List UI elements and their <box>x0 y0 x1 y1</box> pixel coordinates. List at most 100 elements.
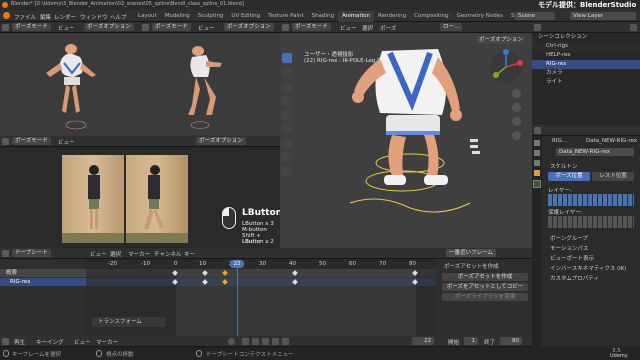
app-menu-icon[interactable] <box>3 12 10 19</box>
transform-tool-icon[interactable] <box>282 122 292 132</box>
rest-position-button[interactable]: レスト位置 <box>592 172 634 181</box>
create-pose-asset-button[interactable]: ポーズアセットを作成 <box>442 273 528 281</box>
timeline-marker-menu[interactable]: マーカー <box>96 338 118 346</box>
dopesheet-mode-selector[interactable]: ドープシート <box>12 249 51 257</box>
outliner-item[interactable]: カメラ <box>532 69 640 78</box>
editor-type-icon[interactable] <box>2 250 9 257</box>
dopesheet-channel-menu[interactable]: チャンネル <box>154 250 181 258</box>
mode-selector[interactable]: ポーズモード <box>292 23 331 31</box>
snap-mode-selector[interactable]: 一番近いフレーム <box>446 249 496 257</box>
object-tab-icon[interactable] <box>534 170 540 176</box>
tab-shading[interactable]: Shading <box>308 11 338 22</box>
channel-rig-rex[interactable]: RIG-rex <box>0 278 86 286</box>
motion-paths-panel[interactable]: モーションパス <box>550 244 588 252</box>
tab-rendering[interactable]: Rendering <box>374 11 410 22</box>
outliner-item[interactable]: RIG-rex <box>532 60 640 69</box>
menu-file[interactable]: ファイル <box>14 13 36 21</box>
pose-position-button[interactable]: ポーズ位置 <box>548 172 590 181</box>
view-layer-selector[interactable]: View Layer <box>570 12 636 20</box>
jump-start-icon[interactable] <box>242 338 249 345</box>
editor-type-icon[interactable] <box>2 24 9 31</box>
camera-view-icon[interactable] <box>512 117 521 126</box>
output-tab-icon[interactable] <box>534 160 540 166</box>
custom-properties-panel[interactable]: カスタムプロパティ <box>550 274 599 282</box>
end-field[interactable]: 80 <box>500 337 522 345</box>
dopesheet-select-menu[interactable]: 選択 <box>110 250 121 258</box>
play-icon[interactable] <box>262 338 269 345</box>
pause-icon[interactable] <box>272 338 279 345</box>
editor-type-icon[interactable] <box>2 338 9 345</box>
timeline-view-menu[interactable]: ビュー <box>74 338 91 346</box>
menu-window[interactable]: ウィンドウ <box>80 13 108 21</box>
editor-type-icon[interactable] <box>142 24 149 31</box>
editor-type-icon[interactable] <box>282 24 289 31</box>
pose-options[interactable]: ポーズオプション <box>196 137 246 145</box>
viewport-2[interactable] <box>140 33 280 136</box>
rotate-tool-icon[interactable] <box>282 96 292 106</box>
skeleton-panel-title[interactable]: スケルトン <box>550 162 578 170</box>
select-tool-icon[interactable] <box>282 53 292 63</box>
jump-end-icon[interactable] <box>282 338 289 345</box>
playhead[interactable] <box>237 259 238 336</box>
keying-menu[interactable]: キーイング <box>36 338 64 346</box>
record-icon[interactable] <box>228 338 235 345</box>
move-tool-icon[interactable] <box>282 83 292 93</box>
menu-help[interactable]: ヘルプ <box>110 13 127 21</box>
dopesheet-view-menu[interactable]: ビュー <box>90 250 107 258</box>
timeline-ruler[interactable]: -20 -10 0 10 20 30 40 50 60 70 80 <box>86 259 436 269</box>
dopesheet-marker-menu[interactable]: マーカー <box>128 250 150 258</box>
scene-selector[interactable]: Scene <box>515 12 555 20</box>
tool-tab-icon[interactable] <box>534 140 540 146</box>
editor-type-icon[interactable] <box>534 24 541 31</box>
hand-icon[interactable] <box>512 103 521 112</box>
keyframe-area[interactable]: トランスフォーム <box>86 259 436 336</box>
outliner-item[interactable]: ライト <box>532 78 640 87</box>
local-selector[interactable]: ロー... <box>440 23 463 31</box>
mode-selector[interactable]: ポーズモード <box>12 137 51 145</box>
tab-compositing[interactable]: Compositing <box>410 11 452 22</box>
select-menu[interactable]: 選択 <box>362 24 373 32</box>
perspective-icon[interactable] <box>512 131 521 140</box>
armature-data-name[interactable]: Data_NEW-RIG-rex <box>556 148 634 156</box>
view-menu[interactable]: ビュー <box>340 24 357 32</box>
mode-selector[interactable]: ポーズモード <box>12 23 51 31</box>
pose-tool-icon[interactable] <box>282 167 292 177</box>
outliner-scene-collection[interactable]: シーンコレクション <box>532 33 640 42</box>
tab-texture-paint[interactable]: Texture Paint <box>264 11 308 22</box>
protected-layer-grid[interactable] <box>548 216 634 228</box>
cursor-tool-icon[interactable] <box>282 68 292 78</box>
pose-options[interactable]: ポーズオプション <box>84 23 134 31</box>
main-viewport[interactable]: ポーズオプション ユーザー・透視投影 (22) RIG-rex : IK-POL… <box>280 33 532 248</box>
tab-geometry-nodes[interactable]: Geometry Nodes <box>453 11 507 22</box>
copy-pose-as-asset-button[interactable]: ポーズをアセットとしてコピー <box>442 283 528 291</box>
channel-summary[interactable]: 概要 <box>0 269 86 277</box>
tab-uv-editing[interactable]: UV Editing <box>227 11 264 22</box>
tab-modeling[interactable]: Modeling <box>161 11 194 22</box>
viewport-display-panel[interactable]: ビューポート表示 <box>550 254 594 262</box>
dopesheet-key-menu[interactable]: キー <box>184 250 195 258</box>
zoom-icon[interactable] <box>512 89 521 98</box>
layer-grid[interactable] <box>548 194 634 206</box>
render-tab-icon[interactable] <box>534 150 540 156</box>
menu-edit[interactable]: 編集 <box>40 13 51 21</box>
tab-sculpting[interactable]: Sculpting <box>194 11 228 22</box>
inverse-kinematics-panel[interactable]: インバースキネマティクス (IK) <box>550 264 627 272</box>
tab-layout[interactable]: Layout <box>134 11 161 22</box>
playback-menu[interactable]: 再生 <box>14 338 25 346</box>
outliner-item[interactable]: HELP-rex <box>532 51 640 60</box>
bone-groups-panel[interactable]: ボーングループ <box>550 234 588 242</box>
current-frame-indicator[interactable]: 22 <box>230 260 244 268</box>
editor-type-icon[interactable] <box>2 138 9 145</box>
convert-pose-library-button[interactable]: ポーズライブラリを変換 <box>442 293 528 301</box>
view-menu[interactable]: ビュー <box>198 24 215 32</box>
frame-field[interactable]: 22 <box>412 337 434 345</box>
menu-render[interactable]: レンダー <box>54 13 76 21</box>
start-field[interactable]: 1 <box>464 337 478 345</box>
measure-tool-icon[interactable] <box>282 152 292 162</box>
pose-menu[interactable]: ポーズ <box>380 24 396 32</box>
tab-animation[interactable]: Animation <box>337 11 375 22</box>
viewport-1[interactable] <box>0 33 140 136</box>
outliner-item[interactable]: Ctrl-rigs <box>532 42 640 51</box>
mode-selector[interactable]: ポーズモード <box>152 23 191 31</box>
pose-options[interactable]: ポーズオプション <box>224 23 274 31</box>
